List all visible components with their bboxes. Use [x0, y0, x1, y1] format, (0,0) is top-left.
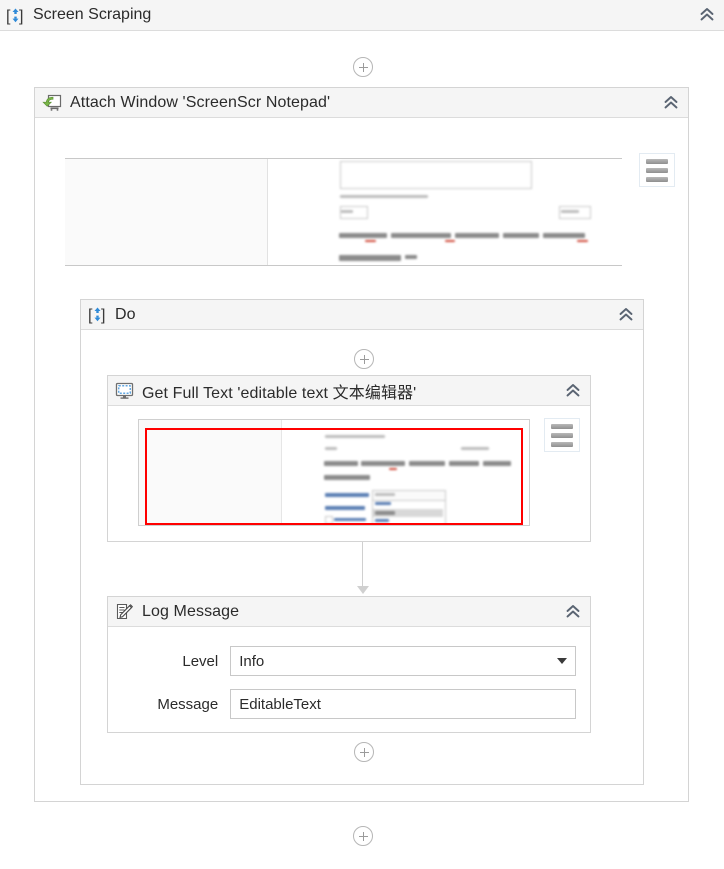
do-title: Do	[115, 305, 136, 323]
collapse-log-message-button[interactable]	[562, 601, 584, 623]
message-label: Message	[157, 695, 219, 713]
add-activity-button-do-bottom[interactable]	[354, 742, 374, 762]
collapse-do-button[interactable]	[615, 304, 637, 326]
sequence-icon: [ ]	[6, 6, 25, 25]
target-element-preview	[138, 419, 530, 526]
sequence-header[interactable]: [ ] Screen Scraping	[0, 0, 724, 31]
do-sequence-container[interactable]: [ ] Do Get Full Text 'editable text 文本编辑…	[80, 299, 644, 785]
caret-down-icon	[557, 658, 567, 664]
down-arrow-connector	[356, 542, 370, 594]
svg-text:]: ]	[19, 8, 23, 25]
log-message-activity[interactable]: Log Message Level Info Message EditableT…	[107, 596, 591, 733]
get-full-text-activity[interactable]: Get Full Text 'editable text 文本编辑器'	[107, 375, 591, 542]
attach-window-title: Attach Window 'ScreenScr Notepad'	[70, 93, 331, 111]
screen-scraping-sequence[interactable]: [ ] Screen Scraping Attach Window 'Scree…	[0, 0, 724, 869]
attach-window-header[interactable]: Attach Window 'ScreenScr Notepad'	[35, 88, 688, 118]
add-activity-button-top[interactable]	[353, 57, 373, 77]
level-dropdown[interactable]: Info	[230, 646, 576, 676]
log-message-header[interactable]: Log Message	[108, 597, 590, 627]
collapse-root-button[interactable]	[696, 4, 718, 26]
svg-text:[: [	[88, 307, 93, 324]
get-full-text-title: Get Full Text 'editable text 文本编辑器'	[142, 384, 417, 402]
level-label: Level	[182, 652, 219, 670]
page-title: Screen Scraping	[33, 6, 152, 23]
collapse-attach-window-button[interactable]	[660, 92, 682, 114]
add-activity-button-bottom[interactable]	[353, 826, 373, 846]
message-input[interactable]: EditableText	[230, 689, 576, 719]
log-message-icon	[115, 602, 134, 621]
target-window-preview	[65, 158, 622, 266]
selection-highlight	[145, 428, 523, 525]
attach-window-menu-button[interactable]	[639, 153, 675, 187]
svg-text:]: ]	[101, 307, 105, 324]
level-value: Info	[239, 652, 265, 670]
do-header[interactable]: [ ] Do	[81, 300, 643, 330]
message-value: EditableText	[239, 695, 321, 713]
get-full-text-header[interactable]: Get Full Text 'editable text 文本编辑器'	[108, 376, 590, 406]
screen-monitor-icon	[115, 381, 134, 400]
log-message-title: Log Message	[142, 602, 240, 620]
attach-window-activity[interactable]: Attach Window 'ScreenScr Notepad' [] Do…	[34, 87, 689, 802]
sequence-icon: [ ]	[88, 305, 107, 324]
collapse-get-full-text-button[interactable]	[562, 380, 584, 402]
svg-text:[: [	[6, 8, 11, 25]
attach-window-icon	[42, 93, 62, 112]
add-activity-button-do-top[interactable]	[354, 349, 374, 369]
get-full-text-menu-button[interactable]	[544, 418, 580, 452]
